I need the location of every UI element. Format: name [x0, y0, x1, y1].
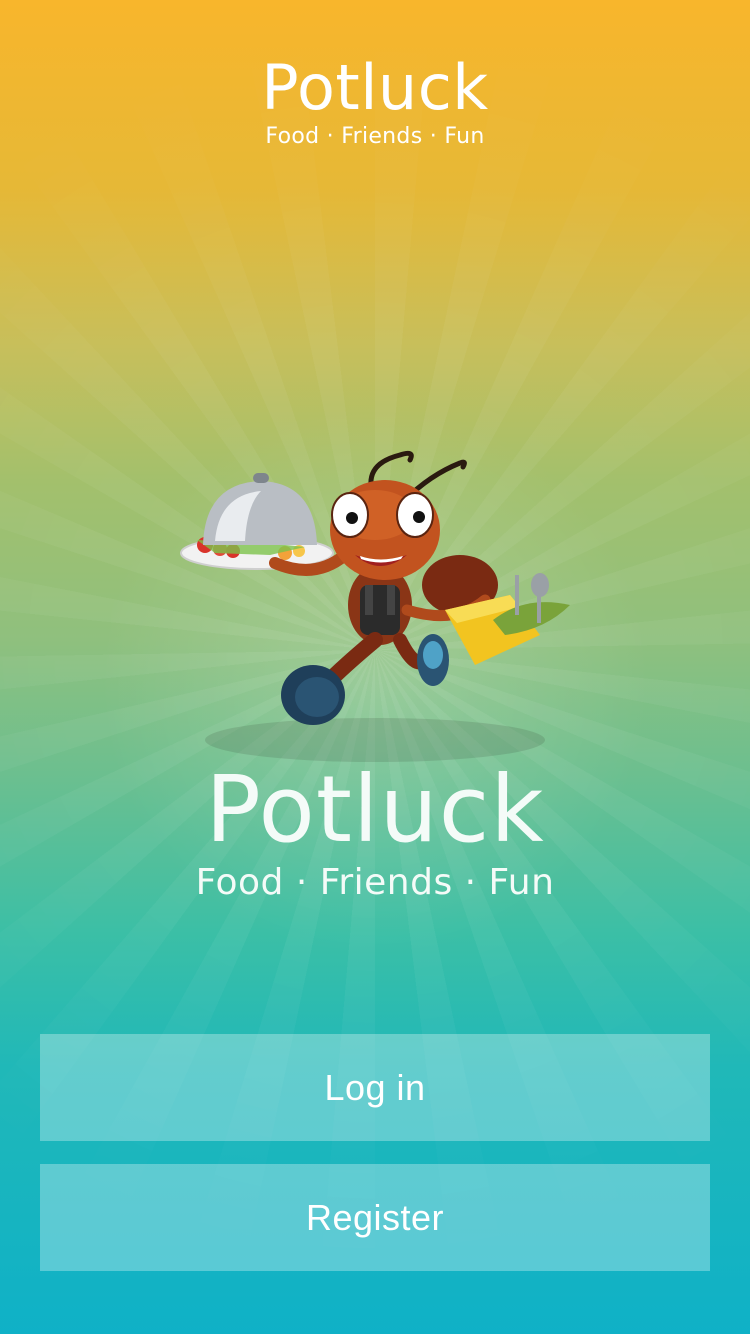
brand-tagline: Food · Friends · Fun	[195, 862, 555, 903]
ant-waiter-mascot-icon	[180, 450, 570, 762]
header-title: Potluck	[261, 51, 489, 124]
brand-title: Potluck	[205, 756, 545, 863]
login-button[interactable]: Log in	[40, 1034, 710, 1141]
brand-block: Potluck Food · Friends · Fun	[0, 760, 750, 904]
header-logo: Potluck Food · Friends · Fun	[0, 52, 750, 150]
header-tagline: Food · Friends · Fun	[265, 124, 485, 149]
splash-screen: Potluck Food · Friends · Fun Potluck Foo…	[0, 0, 750, 1334]
register-button[interactable]: Register	[40, 1164, 710, 1271]
